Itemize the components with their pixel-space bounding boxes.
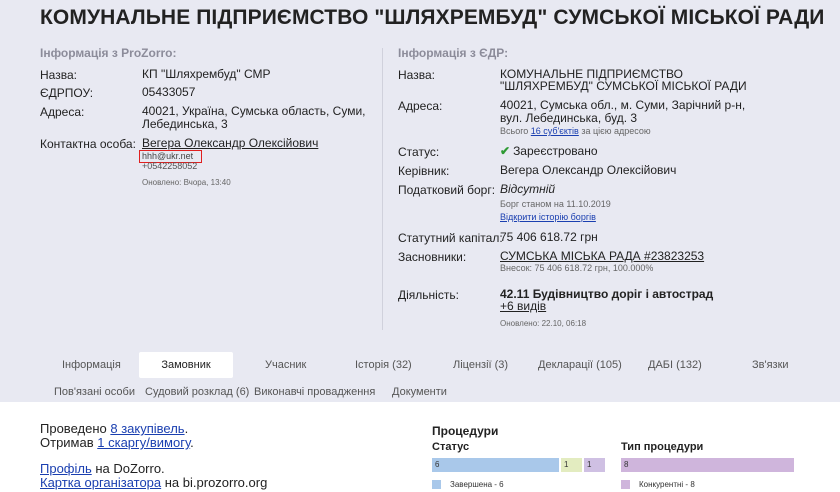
bi-prozorro-card: Картка організатора на bi.prozorro.org <box>40 475 268 490</box>
prozorro-address-label: Адреса: <box>40 105 85 119</box>
column-divider <box>382 48 383 330</box>
type-legend-swatch <box>621 480 630 489</box>
edr-status-label: Статус: <box>398 145 440 159</box>
profile-link[interactable]: Профіль <box>40 461 92 476</box>
edr-heading: Інформація з ЄДР: <box>398 46 509 60</box>
edr-head-label: Керівник: <box>398 164 450 178</box>
prozorro-name-value: КП "Шляхрембуд" СМР <box>142 67 271 81</box>
prozorro-heading: Інформація з ProZorro: <box>40 46 177 60</box>
tax-history-link[interactable]: Відкрити історію боргів <box>500 212 596 222</box>
tab-licenses[interactable]: Ліцензії (3) <box>453 359 508 371</box>
organizer-card-link[interactable]: Картка організатора <box>40 475 161 490</box>
check-icon: ✔ <box>500 144 511 158</box>
page-title: КОМУНАЛЬНЕ ПІДПРИЄМСТВО "ШЛЯХРЕМБУД" СУМ… <box>40 6 825 29</box>
edr-capital-value: 75 406 618.72 грн <box>500 230 598 244</box>
tab-info[interactable]: Інформація <box>62 359 121 371</box>
prozorro-contact-label: Контактна особа: <box>40 137 136 151</box>
type-heading: Тип процедури <box>621 441 704 453</box>
status-legend-label: Завершена - 6 <box>450 480 504 489</box>
tab-related[interactable]: Пов'язані особи <box>54 386 135 398</box>
edr-head-value: Вегера Олександр Олексійович <box>500 163 677 177</box>
tab-enforcement[interactable]: Виконавчі провадження <box>254 386 375 398</box>
prozorro-edrpou-value: 05433057 <box>142 85 196 99</box>
contact-email: hhh@ukr.net <box>142 151 194 161</box>
status-bar-label: 1 <box>564 460 569 469</box>
type-bar-label: 8 <box>624 460 629 469</box>
status-bar-label: 1 <box>587 460 592 469</box>
tab-dabi[interactable]: ДАБІ (132) <box>648 359 702 371</box>
contact-person-link[interactable]: Вегера Олександр Олексійович <box>142 137 318 150</box>
company-info-panel <box>0 0 840 402</box>
edr-activity-label: Діяльність: <box>398 288 459 302</box>
edr-name-label: Назва: <box>398 68 435 82</box>
prozorro-edrpou-label: ЄДРПОУ: <box>40 86 94 100</box>
contact-phone: +0542258052 <box>142 161 198 171</box>
founder-share: Внесок: 75 406 618.72 грн, 100.000% <box>500 263 654 273</box>
founder-link[interactable]: СУМСЬКА МІСЬКА РАДА #23823253 <box>500 250 704 263</box>
status-bar-segment: 1 <box>584 458 605 472</box>
type-legend-label: Конкурентні - 8 <box>639 480 695 489</box>
activity-more-link[interactable]: +6 видів <box>500 300 546 313</box>
edr-capital-label: Статутний капітал: <box>398 231 503 245</box>
procurements-held: Проведено 8 закупівель. <box>40 421 189 436</box>
complaints-link[interactable]: 1 скаргу/вимогу <box>97 435 190 450</box>
dozorro-profile: Профіль на DoZorro. <box>40 461 165 476</box>
edr-name-line2: "ШЛЯХРЕМБУД" СУМСЬКОЇ МІСЬКОЇ РАДИ <box>500 79 747 93</box>
complaints-received: Отримав 1 скаргу/вимогу. <box>40 435 194 450</box>
edr-entities-note: Всього 16 суб'єктів за цією адресою <box>500 126 651 136</box>
prozorro-address-line2: Лебединська, 3 <box>142 117 228 131</box>
tab-documents[interactable]: Документи <box>392 386 447 398</box>
status-bar-segment: 1 <box>561 458 582 472</box>
edr-updated: Оновлено: 22.10, 06:18 <box>500 319 587 328</box>
tab-history[interactable]: Історія (32) <box>355 359 412 371</box>
edr-tax-value: Відсутній <box>500 182 556 196</box>
entities-at-address-link[interactable]: 16 суб'єктів <box>531 126 579 136</box>
edr-address-label: Адреса: <box>398 99 443 113</box>
edr-founders-label: Засновники: <box>398 250 467 264</box>
tab-court[interactable]: Судовий розклад (6) <box>145 386 249 398</box>
type-bar: 8 <box>621 458 794 472</box>
tab-links[interactable]: Зв'язки <box>752 359 789 371</box>
procurements-link[interactable]: 8 закупівель <box>110 421 184 436</box>
prozorro-updated: Оновлено: Вчора, 13:40 <box>142 178 231 187</box>
status-bar-segment: 6 <box>432 458 559 472</box>
edr-tax-label: Податковий борг: <box>398 183 496 197</box>
edr-status-value: ✔ Зареєстровано <box>500 144 598 158</box>
status-heading: Статус <box>432 441 470 453</box>
procedures-heading: Процедури <box>432 424 499 438</box>
status-legend-swatch <box>432 480 441 489</box>
tab-customer[interactable]: Замовник <box>139 352 233 378</box>
tab-participant[interactable]: Учасник <box>265 359 306 371</box>
tab-declarations[interactable]: Декларації (105) <box>538 359 622 371</box>
status-bar-label: 6 <box>435 460 440 469</box>
prozorro-name-label: Назва: <box>40 68 77 82</box>
edr-address-line2: вул. Лебединська, буд. 3 <box>500 111 638 125</box>
edr-tax-date: Борг станом на 11.10.2019 <box>500 199 611 209</box>
